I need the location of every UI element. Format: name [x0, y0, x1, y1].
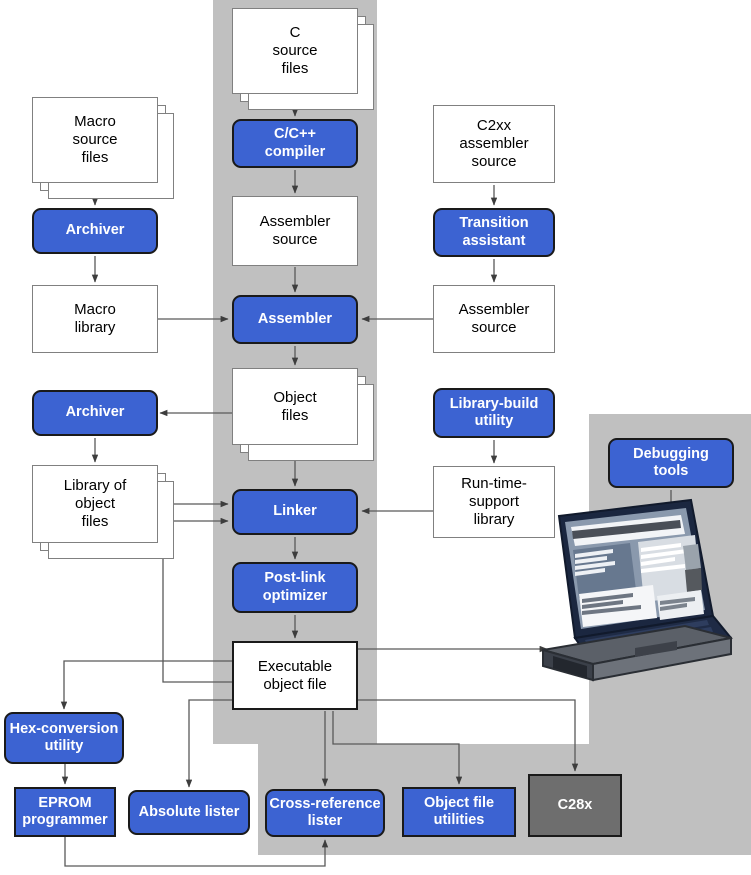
node-library-of-object-files[interactable]: Library of object files	[32, 465, 158, 543]
node-transition-assistant[interactable]: Transition assistant	[433, 208, 555, 257]
node-label-archiver-macro: Archiver	[65, 222, 125, 239]
node-assembler-source-1[interactable]: Assembler source	[232, 196, 358, 266]
node-label-cross-reference-lister: Cross-reference lister	[269, 795, 381, 829]
node-label-library-of-object-files: Library of object files	[63, 477, 127, 530]
node-label-c28x-target: C28x	[557, 796, 593, 813]
node-label-linker: Linker	[273, 503, 317, 520]
node-label-archiver-object: Archiver	[65, 404, 125, 421]
node-post-link-optimizer[interactable]: Post-link optimizer	[232, 562, 358, 613]
node-run-time-support-library[interactable]: Run-time- support library	[433, 466, 555, 538]
node-macro-library[interactable]: Macro library	[32, 285, 158, 353]
node-label-debugging-tools: Debugging tools	[633, 445, 709, 479]
node-object-files[interactable]: Object files	[232, 368, 358, 445]
node-label-c-cpp-compiler: C/C++ compiler	[264, 126, 326, 160]
node-debugging-tools[interactable]: Debugging tools	[608, 438, 734, 488]
node-label-assembler-source-1: Assembler source	[259, 213, 331, 248]
node-c-cpp-compiler[interactable]: C/C++ compiler	[232, 119, 358, 168]
node-label-object-file-utilities: Object file utilities	[423, 794, 495, 828]
node-macro-source-files[interactable]: Macro source files	[32, 97, 158, 183]
node-label-run-time-support-library: Run-time- support library	[461, 475, 527, 528]
node-label-object-files: Object files	[273, 388, 317, 424]
node-linker[interactable]: Linker	[232, 489, 358, 535]
diagram-canvas: C source files C/C++ compiler Assembler …	[0, 0, 751, 875]
node-label-macro-source-files: Macro source files	[72, 113, 118, 166]
node-label-eprom-programmer: EPROM programmer	[22, 794, 108, 828]
node-label-c2xx-assembler-source: C2xx assembler source	[459, 117, 529, 170]
node-library-build-utility[interactable]: Library-build utility	[433, 388, 555, 438]
node-label-library-build-utility: Library-build utility	[449, 395, 539, 429]
node-label-c-source-files: C source files	[272, 24, 318, 77]
node-label-transition-assistant: Transition assistant	[459, 215, 529, 249]
node-eprom-programmer[interactable]: EPROM programmer	[14, 787, 116, 837]
node-label-post-link-optimizer: Post-link optimizer	[262, 570, 328, 604]
node-object-file-utilities[interactable]: Object file utilities	[402, 787, 516, 837]
node-assembler-source-2[interactable]: Assembler source	[433, 285, 555, 353]
node-c2xx-assembler-source[interactable]: C2xx assembler source	[433, 105, 555, 183]
node-label-absolute-lister: Absolute lister	[138, 803, 240, 820]
node-executable-object-file[interactable]: Executable object file	[232, 641, 358, 710]
node-cross-reference-lister[interactable]: Cross-reference lister	[265, 789, 385, 837]
node-assembler[interactable]: Assembler	[232, 295, 358, 344]
node-label-macro-library: Macro library	[74, 301, 116, 336]
node-hex-conversion-utility[interactable]: Hex-conversion utility	[4, 712, 124, 764]
node-archiver-macro[interactable]: Archiver	[32, 208, 158, 254]
node-label-executable-object-file: Executable object file	[257, 657, 333, 693]
node-c-source-files[interactable]: C source files	[232, 8, 358, 94]
node-label-hex-conversion-utility: Hex-conversion utility	[9, 720, 119, 754]
node-archiver-object[interactable]: Archiver	[32, 390, 158, 436]
node-label-assembler: Assembler	[257, 310, 333, 327]
node-absolute-lister[interactable]: Absolute lister	[128, 790, 250, 835]
edge-exec-to-hex	[60, 660, 232, 710]
node-label-assembler-source-2: Assembler source	[458, 301, 530, 336]
node-c28x-target[interactable]: C28x	[528, 774, 622, 837]
